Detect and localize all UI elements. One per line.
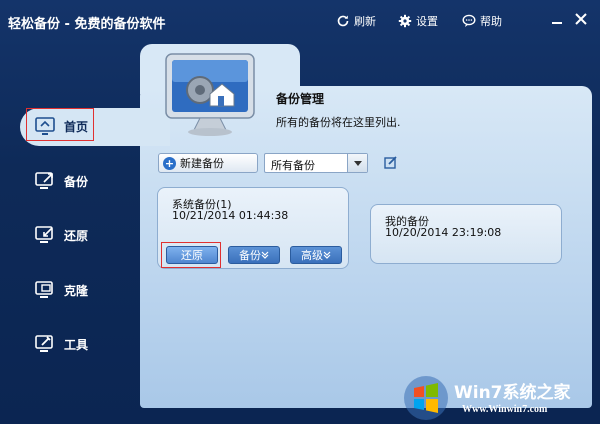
title-bar: 轻松备份 - 免费的备份软件 刷新 设置 帮助	[0, 0, 600, 44]
tools-icon	[35, 335, 53, 352]
clone-icon	[35, 281, 53, 298]
sidebar-item-restore[interactable]: 还原	[0, 215, 140, 255]
refresh-icon	[337, 15, 349, 27]
backup-date: 10/20/2014 23:19:08	[385, 226, 502, 239]
chat-bubble-icon	[462, 14, 476, 27]
sidebar-item-tools[interactable]: 工具	[0, 324, 140, 364]
double-chevron-down-icon	[261, 251, 269, 259]
app-window: 轻松备份 - 免费的备份软件 刷新 设置 帮助 备份管理 所有的备份将在这里列出…	[0, 0, 600, 424]
section-title: 备份管理	[276, 92, 325, 106]
minimize-icon[interactable]	[550, 12, 564, 26]
restore-icon	[35, 226, 53, 243]
sidebar-item-clone[interactable]: 克隆	[0, 270, 140, 310]
filter-selected-value: 所有备份	[271, 159, 315, 172]
watermark-text: Win7系统之家	[454, 383, 571, 403]
new-backup-button[interactable]: + 新建备份	[158, 153, 258, 173]
advanced-button[interactable]: 高级	[290, 246, 342, 264]
dropdown-toggle[interactable]	[347, 154, 367, 172]
backup-button[interactable]: 备份	[228, 246, 280, 264]
close-icon[interactable]	[574, 12, 588, 26]
double-chevron-down-icon	[323, 251, 331, 259]
highlight-box-restore	[161, 242, 221, 268]
settings-label: 设置	[416, 15, 438, 28]
backup-card[interactable]: 我的备份 10/20/2014 23:19:08	[370, 204, 562, 264]
edit-icon[interactable]	[384, 155, 398, 169]
app-title: 轻松备份 - 免费的备份软件	[8, 17, 166, 32]
help-button[interactable]: 帮助	[462, 12, 502, 30]
sidebar-item-backup[interactable]: 备份	[0, 161, 140, 201]
settings-button[interactable]: 设置	[398, 12, 438, 30]
chevron-down-icon	[354, 161, 362, 166]
backup-date: 10/21/2014 01:44:38	[172, 209, 289, 222]
help-label: 帮助	[480, 15, 502, 28]
sidebar-item-label: 还原	[64, 228, 89, 243]
advanced-label: 高级	[301, 249, 323, 262]
sidebar-item-label: 工具	[64, 337, 89, 352]
refresh-label: 刷新	[354, 15, 376, 28]
backup-filter-select[interactable]: 所有备份	[264, 153, 368, 173]
highlight-box-home	[26, 108, 94, 141]
refresh-button[interactable]: 刷新	[336, 12, 376, 30]
section-description: 所有的备份将在这里列出.	[276, 116, 401, 129]
gear-icon	[398, 14, 412, 28]
backup-label: 备份	[239, 249, 261, 262]
sidebar-item-label: 备份	[64, 174, 89, 189]
plus-icon: +	[163, 156, 176, 170]
new-backup-label: 新建备份	[180, 157, 224, 170]
watermark-url: Www.Winwin7.com	[462, 404, 548, 415]
backup-monitor-icon	[165, 53, 255, 136]
backup-icon	[35, 172, 53, 189]
sidebar-item-label: 克隆	[64, 283, 89, 298]
